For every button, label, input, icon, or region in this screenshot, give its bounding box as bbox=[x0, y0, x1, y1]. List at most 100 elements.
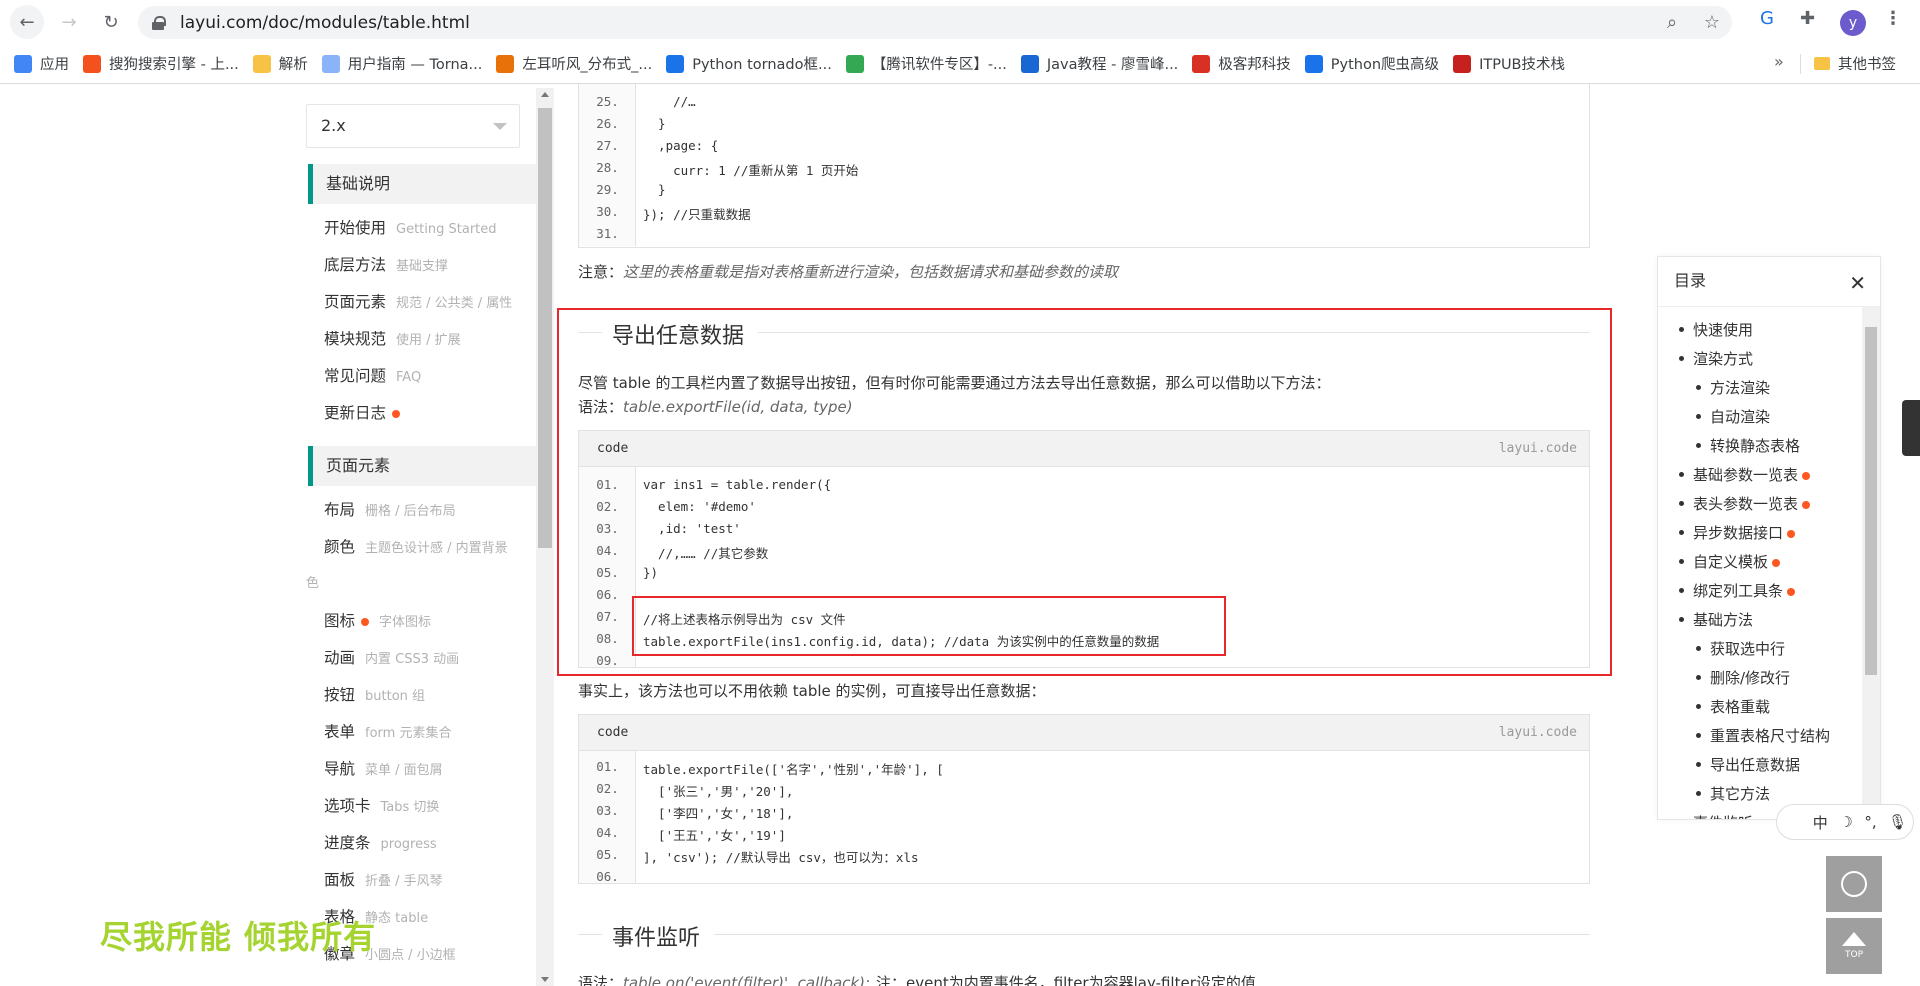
heading-rule-left bbox=[578, 934, 602, 935]
bookmarks-more-icon[interactable]: » bbox=[1774, 52, 1784, 71]
sidebar-item-subtitle: 栅格 / 后台布局 bbox=[365, 504, 456, 519]
bookmark-item[interactable]: 【腾讯软件专区】-... bbox=[845, 53, 1007, 74]
punctuation-icon[interactable]: °, bbox=[1864, 813, 1876, 831]
zoom-icon[interactable]: ⌕ bbox=[1652, 12, 1692, 33]
forward-arrow-icon[interactable]: → bbox=[52, 5, 86, 39]
bookmark-item[interactable]: 用户指南 — Torna... bbox=[321, 53, 482, 74]
toc-item[interactable]: 其它方法 bbox=[1695, 783, 1771, 804]
translate-icon[interactable]: G bbox=[1760, 8, 1774, 29]
bookmark-label: Python tornado框... bbox=[692, 57, 832, 73]
back-to-top-button[interactable]: TOP bbox=[1826, 918, 1882, 974]
sidebar-item[interactable]: 模块规范 使用 / 扩展 bbox=[324, 327, 461, 349]
bookmark-item[interactable]: 应用 bbox=[14, 53, 69, 74]
sidebar-item[interactable]: 进度条 progress bbox=[324, 831, 437, 853]
bookmark-item[interactable]: Java教程 - 廖雪峰... bbox=[1020, 53, 1178, 74]
sidebar-item[interactable]: 面板 折叠 / 手风琴 bbox=[324, 868, 443, 890]
menu-icon[interactable]: ⋮ bbox=[1884, 8, 1902, 29]
toc-item[interactable]: 异步数据接口 bbox=[1678, 522, 1796, 543]
extensions-icon[interactable]: ✚ bbox=[1800, 8, 1815, 29]
close-icon[interactable]: ✕ bbox=[1849, 271, 1866, 295]
new-badge-dot bbox=[1802, 500, 1811, 509]
sidebar-item[interactable]: 更新日志 bbox=[324, 401, 401, 423]
toc-item-label: 表格重载 bbox=[1710, 698, 1771, 716]
toc-item-label: 绑定列工具条 bbox=[1693, 582, 1784, 600]
code-line: }); //只重载数据 bbox=[643, 207, 751, 222]
bookmark-item[interactable]: 极客邦科技 bbox=[1192, 53, 1291, 74]
sidebar-item[interactable]: 布局 栅格 / 后台布局 bbox=[324, 498, 456, 520]
toc-item-label: 其它方法 bbox=[1710, 785, 1771, 803]
other-bookmarks-label: 其他书签 bbox=[1838, 57, 1896, 73]
new-badge-dot bbox=[1772, 558, 1781, 567]
chevron-down-icon bbox=[493, 123, 507, 130]
toc-list: 快速使用渲染方式方法渲染自动渲染转换静态表格 基础参数一览表 表头参数一览表 异步数据… bbox=[1658, 307, 1866, 819]
note-text: 这里的表格重载是指对表格重新进行渲染，包括数据请求和基础参数的读取 bbox=[623, 263, 1119, 281]
code-line: table.exportFile(['名字','性别','年龄'], [ bbox=[643, 762, 944, 777]
toc-item[interactable]: 基础参数一览表 bbox=[1678, 464, 1811, 485]
chat-button[interactable] bbox=[1826, 856, 1882, 912]
bookmark-favicon-icon bbox=[14, 54, 32, 73]
toc-item[interactable]: 自定义模板 bbox=[1678, 551, 1781, 572]
toc-item[interactable]: 转换静态表格 bbox=[1695, 435, 1800, 456]
avatar[interactable]: y bbox=[1840, 10, 1866, 36]
sidebar-item[interactable]: 表单 form 元素集合 bbox=[324, 720, 451, 742]
sidebar-item[interactable]: 选项卡 Tabs 切换 bbox=[324, 794, 439, 816]
toc-item[interactable]: 渲染方式 bbox=[1678, 348, 1753, 369]
url-text[interactable]: layui.com/doc/modules/table.html bbox=[180, 13, 470, 33]
bookmark-favicon-icon bbox=[845, 54, 864, 73]
sidebar-item[interactable]: 常见问题 FAQ bbox=[324, 364, 421, 386]
ime-toolbar[interactable]: 中 ☽ °, 🎙 bbox=[1776, 804, 1914, 840]
browser-toolbar: ← → ↻ layui.com/doc/modules/table.html ⌕… bbox=[0, 0, 1920, 44]
arrow-up-icon bbox=[1842, 932, 1866, 946]
toc-item[interactable]: 删除/修改行 bbox=[1695, 667, 1791, 688]
sidebar-item[interactable]: 按钮 button 组 bbox=[324, 683, 425, 705]
bookmark-item[interactable]: Python tornado框... bbox=[666, 53, 832, 74]
sidebar-item[interactable]: 动画 内置 CSS3 动画 bbox=[324, 646, 459, 668]
code-block-direct-export: code layui.code 01. table.exportFile(['名字'… bbox=[578, 714, 1590, 884]
toc-item[interactable]: 方法渲染 bbox=[1695, 377, 1770, 398]
sidebar-item-label: 导航 bbox=[324, 760, 356, 778]
code-line: curr: 1 //重新从第 1 页开始 bbox=[643, 163, 859, 178]
bookmark-label: Python爬虫高级 bbox=[1330, 57, 1440, 73]
bookmark-item[interactable]: 左耳听风_分布式_... bbox=[496, 53, 652, 74]
bookmarks-bar: 应用 搜狗搜索引擎 - 上... 解析 用户指南 — Torna... 左耳听风_分布式… bbox=[0, 44, 1920, 84]
sidebar-item[interactable]: 页面元素 规范 / 公共类 / 属性 bbox=[324, 290, 512, 312]
toc-item[interactable]: 表头参数一览表 bbox=[1678, 493, 1811, 514]
bookmark-item[interactable]: 解析 bbox=[252, 53, 308, 74]
ime-lang[interactable]: 中 bbox=[1813, 812, 1828, 833]
sidebar-item-label: 色 bbox=[306, 576, 320, 591]
toc-item[interactable]: 事件监听 bbox=[1693, 812, 1753, 819]
sidebar-item[interactable]: 底层方法 基础支撑 bbox=[324, 253, 448, 275]
line-number: 25. bbox=[596, 94, 619, 109]
sidebar-item[interactable]: 颜色 主题色设计感 / 内置背景 bbox=[324, 535, 508, 557]
sidebar-item[interactable]: 导航 菜单 / 面包屑 bbox=[324, 757, 443, 779]
version-select[interactable]: 2.x bbox=[306, 104, 520, 148]
moon-icon[interactable]: ☽ bbox=[1839, 813, 1852, 831]
bookmark-item[interactable]: 搜狗搜索引擎 - 上... bbox=[83, 53, 239, 74]
toc-item-label: 自定义模板 bbox=[1693, 553, 1769, 571]
sidebar-item[interactable]: 开始使用 Getting Started bbox=[324, 216, 497, 238]
toc-item[interactable]: 表格重载 bbox=[1695, 696, 1771, 717]
toc-scrollbar[interactable] bbox=[1862, 307, 1880, 819]
toc-item-label: 删除/修改行 bbox=[1710, 669, 1791, 687]
toc-item[interactable]: 基础方法 bbox=[1678, 609, 1753, 630]
bookmark-item[interactable]: Python爬虫高级 bbox=[1304, 53, 1440, 74]
reload-icon[interactable]: ↻ bbox=[94, 5, 128, 39]
star-icon[interactable]: ☆ bbox=[1692, 12, 1732, 33]
sidebar-scrollbar[interactable] bbox=[536, 88, 554, 986]
toc-item[interactable]: 绑定列工具条 bbox=[1678, 580, 1796, 601]
back-arrow-icon[interactable]: ← bbox=[10, 5, 44, 39]
toc-item[interactable]: 获取选中行 bbox=[1695, 638, 1785, 659]
side-widget[interactable] bbox=[1902, 400, 1920, 456]
sidebar-item-subtitle: button 组 bbox=[365, 689, 426, 704]
sidebar-item-subtitle: progress bbox=[380, 837, 437, 852]
sidebar-item[interactable]: 图标 字体图标 bbox=[324, 609, 431, 631]
address-bar[interactable]: layui.com/doc/modules/table.html ⌕ ☆ bbox=[138, 6, 1732, 39]
toc-item[interactable]: 快速使用 bbox=[1678, 319, 1753, 340]
bookmark-label: ITPUB技术栈 bbox=[1479, 57, 1566, 73]
mic-icon[interactable]: 🎙 bbox=[1888, 813, 1907, 831]
toc-item[interactable]: 自动渲染 bbox=[1695, 406, 1770, 427]
toc-item[interactable]: 导出任意数据 bbox=[1695, 754, 1800, 775]
bookmark-item[interactable]: ITPUB技术栈 bbox=[1453, 53, 1565, 74]
toc-item[interactable]: 重置表格尺寸结构 bbox=[1695, 725, 1830, 746]
other-bookmarks[interactable]: 其他书签 bbox=[1814, 53, 1896, 74]
